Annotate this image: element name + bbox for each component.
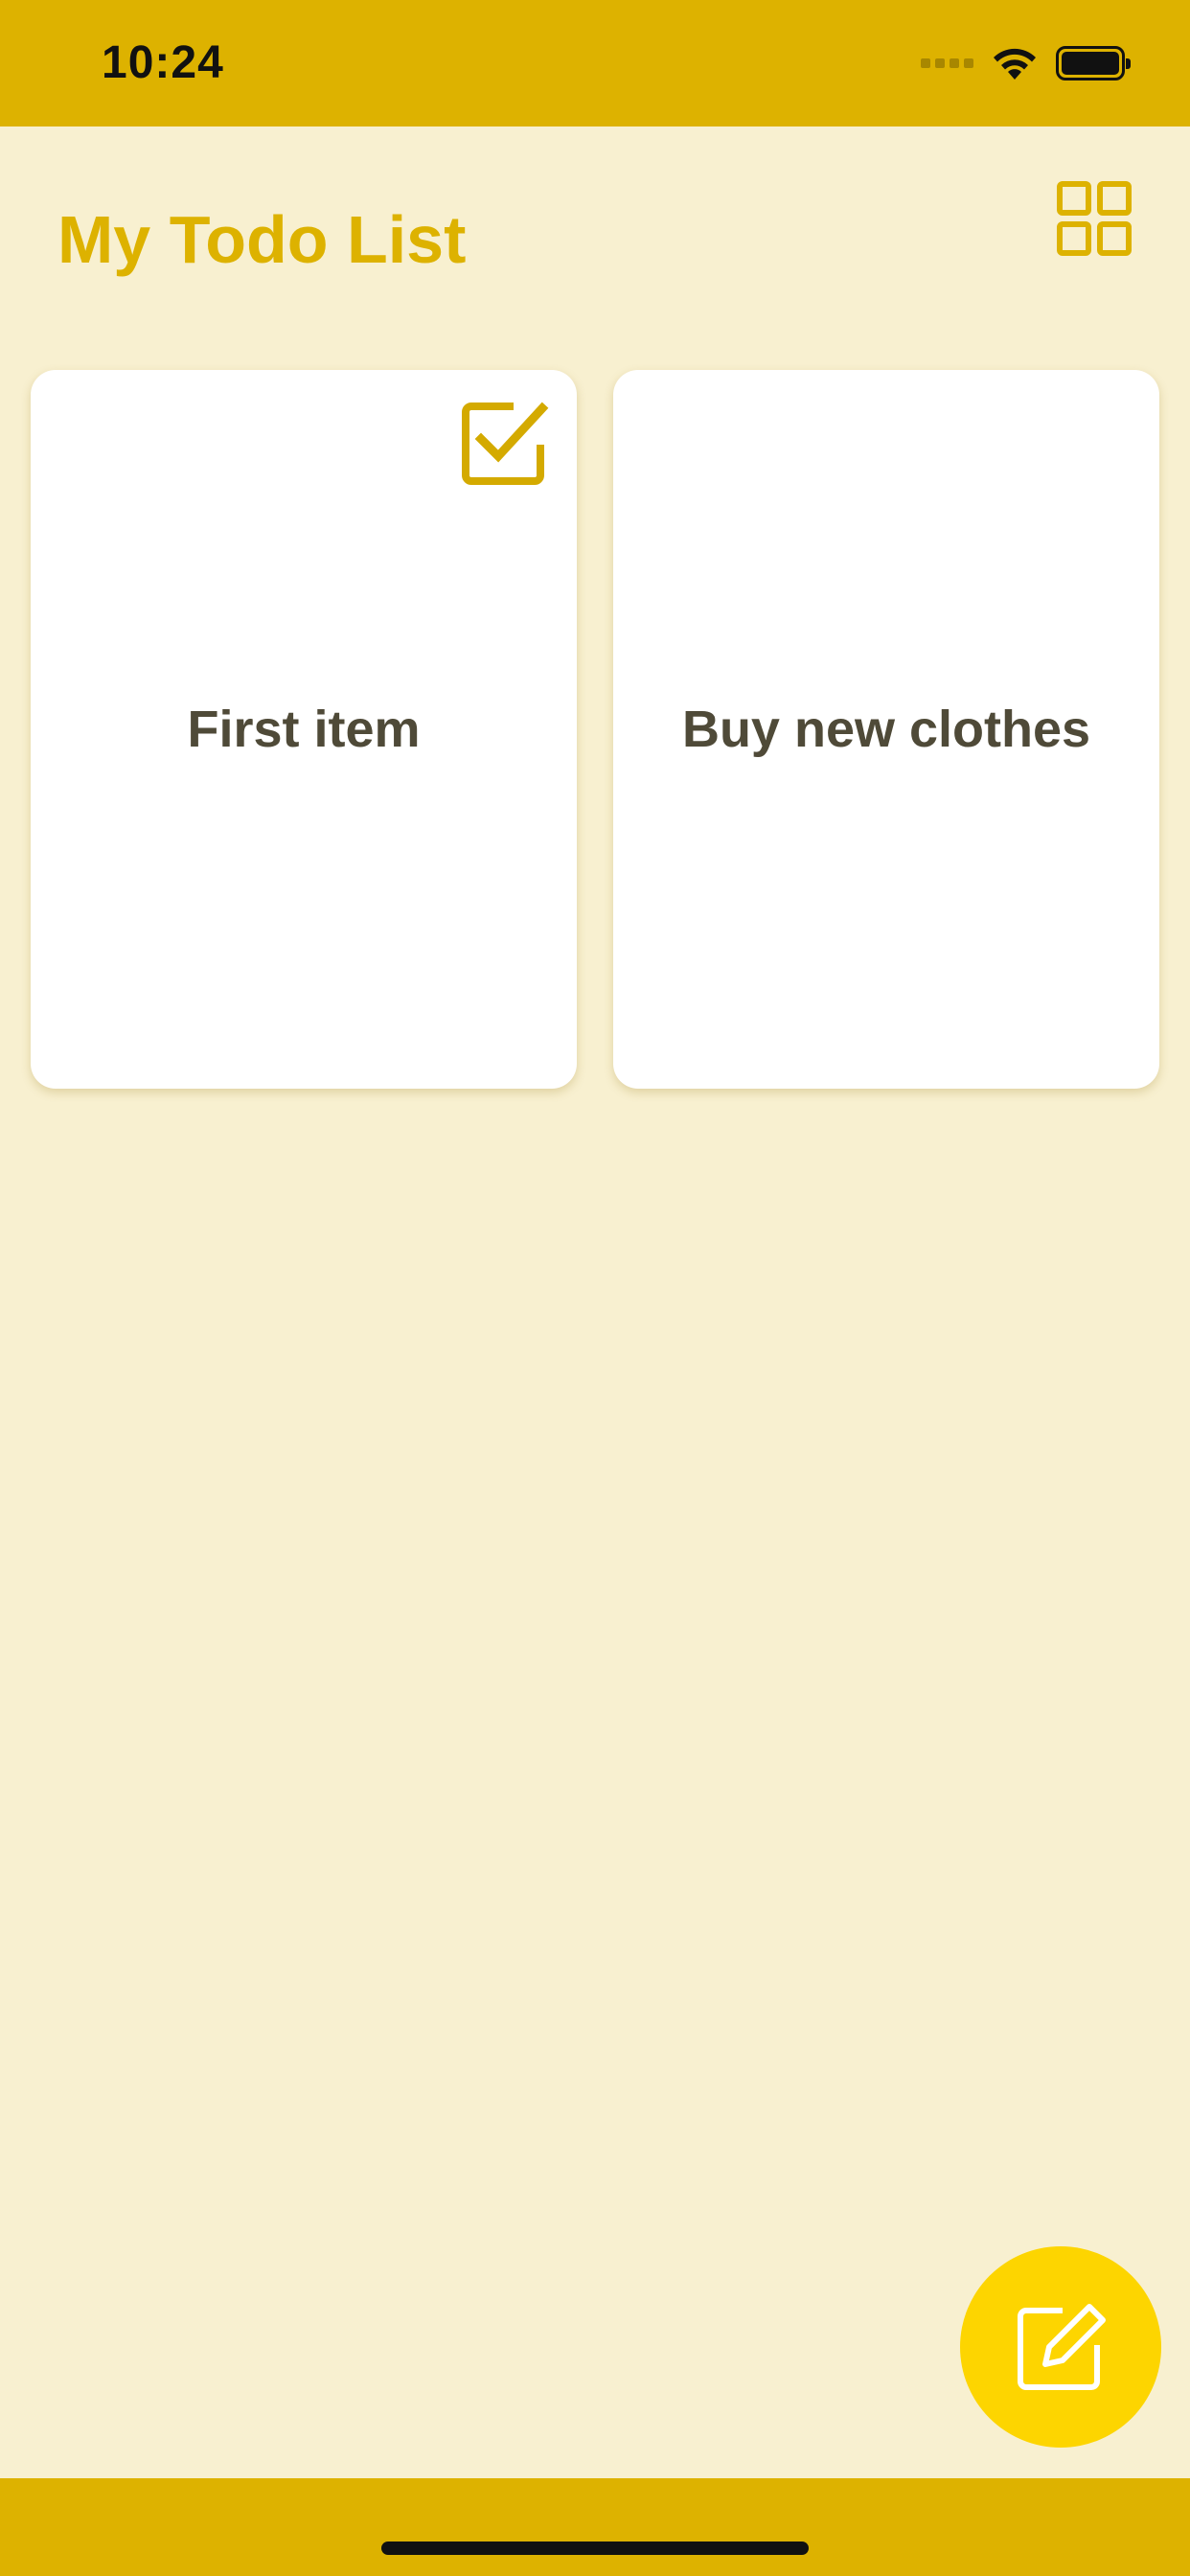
todo-card[interactable]: Buy new clothes [613, 370, 1159, 1089]
bottom-bar [0, 2478, 1190, 2576]
todo-title: First item [187, 701, 421, 758]
status-icons [921, 42, 1131, 84]
page-title: My Todo List [57, 202, 467, 277]
edit-icon [1018, 2304, 1106, 2390]
todo-title: Buy new clothes [681, 701, 1091, 758]
add-todo-button[interactable] [960, 2246, 1161, 2448]
status-bar: 10:24 [0, 0, 1190, 126]
grid-view-icon[interactable] [1056, 180, 1133, 257]
todo-grid: First item Buy new clothes [31, 370, 1159, 1089]
home-indicator[interactable] [381, 2542, 809, 2555]
battery-icon [1056, 46, 1131, 80]
signal-dots-icon [921, 58, 973, 68]
status-time: 10:24 [102, 37, 224, 88]
checked-checkbox-icon[interactable] [458, 397, 550, 489]
todo-card[interactable]: First item [31, 370, 577, 1089]
wifi-icon [994, 48, 1036, 80]
